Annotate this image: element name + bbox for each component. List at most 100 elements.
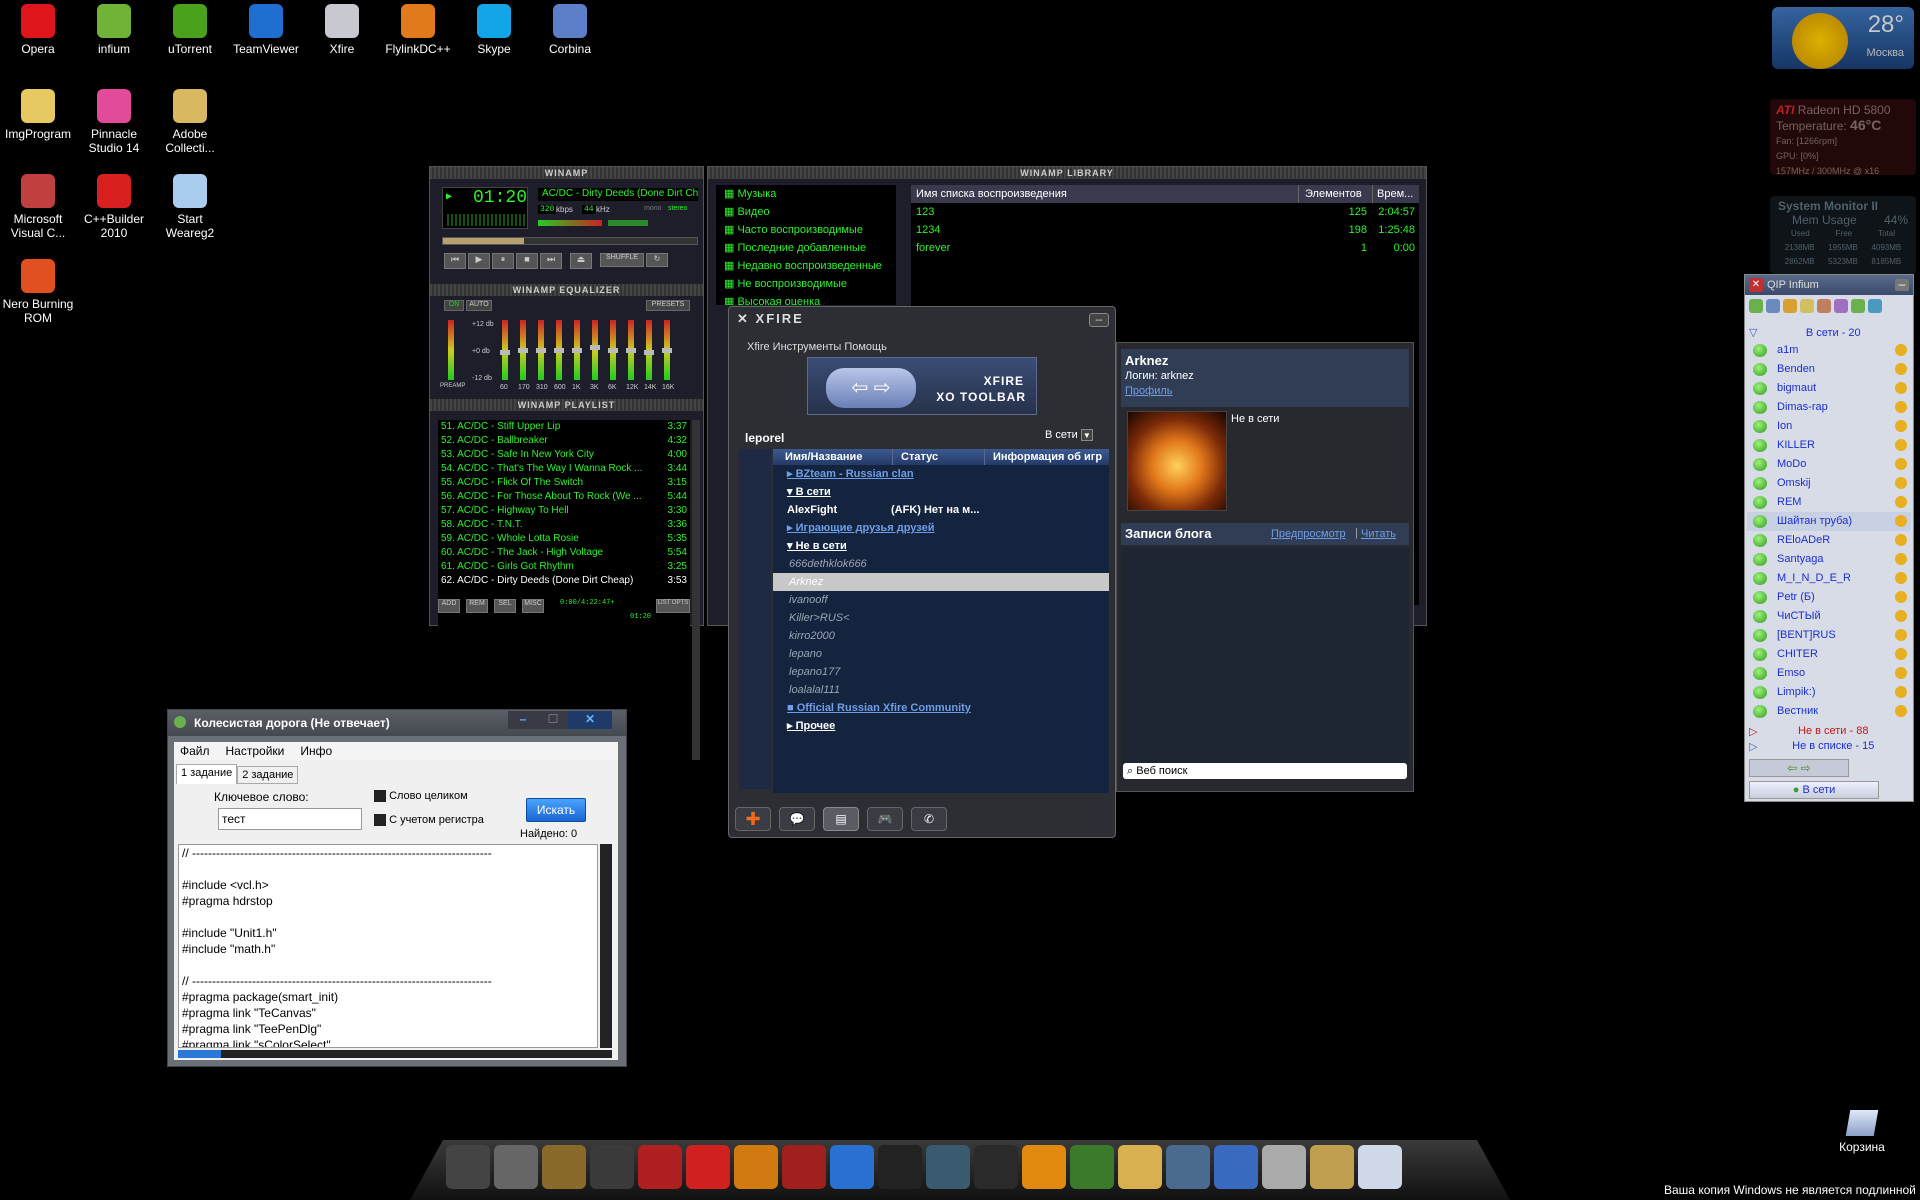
rockstar-icon[interactable] xyxy=(878,1145,922,1189)
playlist-item[interactable]: 60. AC/DC - The Jack - High Voltage 5:54 xyxy=(438,546,690,560)
next-button[interactable]: ⏭ xyxy=(540,253,562,269)
qip-tool-icon[interactable] xyxy=(1868,299,1882,313)
l4d2-icon[interactable] xyxy=(686,1145,730,1189)
eq-auto-button[interactable]: AUTO xyxy=(466,300,492,311)
playlist-scrollbar[interactable] xyxy=(692,420,700,760)
qip-tool-icon[interactable] xyxy=(1817,299,1831,313)
playlist-item[interactable]: 52. AC/DC - Ballbreaker 4:32 xyxy=(438,434,690,448)
eq-presets-button[interactable]: PRESETS xyxy=(646,300,690,311)
play-button[interactable]: ▶ xyxy=(468,253,490,269)
keyword-input[interactable]: тест xyxy=(218,808,362,830)
web-search-input[interactable]: ⌕ Веб поиск xyxy=(1123,763,1407,779)
playlist-item[interactable]: 58. AC/DC - T.N.T. 3:36 xyxy=(438,518,690,532)
library-tree-item[interactable]: ▦ Видео xyxy=(716,203,896,221)
app-titlebar[interactable]: Колесистая дорога (Не отвечает) – ☐ ✕ xyxy=(168,710,626,736)
xfire-friend[interactable]: loalalal111 xyxy=(773,681,1109,699)
xfire-group[interactable]: ▸ BZteam - Russian clan xyxy=(773,465,1109,483)
recycle-icon[interactable] xyxy=(1358,1145,1402,1189)
desktop-icon-infium[interactable]: infium xyxy=(76,0,152,56)
pause-button[interactable]: ⏸ xyxy=(492,253,514,269)
xfire-friend[interactable]: 666dethklok666 xyxy=(773,555,1109,573)
playlist-item[interactable]: 51. AC/DC - Stiff Upper Lip 3:37 xyxy=(438,420,690,434)
playlist-item[interactable]: 53. AC/DC - Safe In New York City 4:00 xyxy=(438,448,690,462)
eq-band-slider[interactable] xyxy=(572,320,582,380)
flower-icon[interactable] xyxy=(1070,1145,1114,1189)
xfire-minimize-button[interactable]: – xyxy=(1089,313,1109,327)
desktop-icon-flylink[interactable]: FlylinkDC++ xyxy=(380,0,456,56)
qip-contact[interactable]: [BENT]RUS xyxy=(1747,626,1911,645)
tab-task-1[interactable]: 1 задание xyxy=(176,764,238,784)
qip-tool-icon[interactable] xyxy=(1851,299,1865,313)
xfire-col-name[interactable]: Имя/Название xyxy=(773,449,893,465)
volume-slider[interactable] xyxy=(538,220,602,226)
match-case-checkbox[interactable]: С учетом регистра xyxy=(374,814,484,827)
qip-contact[interactable]: Dimas-rap xyxy=(1747,398,1911,417)
xfire-col-game[interactable]: Информация об игр xyxy=(985,449,1109,465)
desktop-icon-folder[interactable]: Adobe Collecti... xyxy=(152,85,228,155)
metro-icon[interactable] xyxy=(782,1145,826,1189)
xfire-status-select[interactable]: В сети ▼ xyxy=(1045,429,1093,441)
half-life-icon[interactable] xyxy=(734,1145,778,1189)
eq-band-slider[interactable] xyxy=(590,320,600,380)
eq-band-slider[interactable] xyxy=(536,320,546,380)
xfire-friend-online[interactable]: AlexFight (AFK) Нет на м... xyxy=(773,501,1109,519)
qip-contact[interactable]: Ion xyxy=(1747,417,1911,436)
qip-titlebar[interactable]: ✕ QIP Infium – xyxy=(1745,275,1913,295)
winamp-titlebar[interactable]: WINAMP xyxy=(430,167,703,179)
desktop-icon-opera[interactable]: Opera xyxy=(0,0,76,56)
qip-nav-button[interactable]: ⇦ ⇨ xyxy=(1749,759,1849,777)
library-tree-item[interactable]: ▦ Музыка xyxy=(716,185,896,203)
close-icon[interactable]: ✕ xyxy=(1749,278,1763,292)
eq-titlebar[interactable]: WINAMP EQUALIZER xyxy=(430,284,703,296)
library-titlebar[interactable]: WINAMP LIBRARY xyxy=(708,167,1426,179)
l4d-2-icon[interactable] xyxy=(830,1145,874,1189)
desktop-icon-start[interactable]: Start Weareg2 xyxy=(152,170,228,240)
xfire-col-status[interactable]: Статус xyxy=(893,449,985,465)
qip-tool-icon[interactable] xyxy=(1783,299,1797,313)
qip-contact[interactable]: Omskij xyxy=(1747,474,1911,493)
add-friend-button[interactable]: ✚ xyxy=(735,807,771,831)
qip-contact[interactable]: Petr (Б) xyxy=(1747,588,1911,607)
qip-contact[interactable]: MoDo xyxy=(1747,455,1911,474)
stop-button[interactable]: ■ xyxy=(516,253,538,269)
qip-contact[interactable]: Emso xyxy=(1747,664,1911,683)
tab-task-2[interactable]: 2 задание xyxy=(237,766,299,784)
eq-preamp-slider[interactable] xyxy=(448,320,454,380)
sprint-icon[interactable] xyxy=(1022,1145,1066,1189)
eq-band-slider[interactable] xyxy=(518,320,528,380)
xfire-friend[interactable]: Killer>RUS< xyxy=(773,609,1109,627)
close-button[interactable]: ✕ xyxy=(568,711,612,729)
qip-offline-group[interactable]: ▷ Не в сети - 88 xyxy=(1749,725,1909,738)
xfire-friend[interactable]: kirro2000 xyxy=(773,627,1109,645)
profile-link[interactable]: Профиль xyxy=(1125,385,1173,397)
menu-settings[interactable]: Настройки xyxy=(226,742,285,760)
library-tree-item[interactable]: ▦ Высокая оценка xyxy=(716,293,896,305)
repeat-button[interactable]: ↻ xyxy=(646,253,668,267)
qip-contact[interactable]: KILLER xyxy=(1747,436,1911,455)
phone-icon[interactable]: ✆ xyxy=(911,807,947,831)
desktop-icon-nero[interactable]: Nero Burning ROM xyxy=(0,255,76,325)
balance-slider[interactable] xyxy=(608,220,648,226)
eq-band-slider[interactable] xyxy=(500,320,510,380)
seek-bar[interactable] xyxy=(442,237,698,245)
folder-icon[interactable] xyxy=(1118,1145,1162,1189)
eq-band-slider[interactable] xyxy=(554,320,564,380)
game5-icon[interactable] xyxy=(1214,1145,1258,1189)
qip-tool-icon[interactable] xyxy=(1766,299,1780,313)
qip-contact[interactable]: M_I_N_D_E_R xyxy=(1747,569,1911,588)
qip-contact[interactable]: Шайтан труба) xyxy=(1747,512,1911,531)
recycle-bin[interactable]: Корзина xyxy=(1830,1110,1894,1154)
xfire-friend[interactable]: lepano177 xyxy=(773,663,1109,681)
game4-icon[interactable] xyxy=(1166,1145,1210,1189)
game-icon[interactable] xyxy=(494,1145,538,1189)
tools-icon[interactable] xyxy=(1262,1145,1306,1189)
library-row[interactable]: forever 1 0:00 xyxy=(911,239,1419,257)
xfire-menu[interactable]: Xfire Инструменты Помощь xyxy=(747,341,887,353)
eq-band-slider[interactable] xyxy=(608,320,618,380)
chat-icon[interactable]: 💬 xyxy=(779,807,815,831)
xfire-friend-selected[interactable]: Arknez xyxy=(773,573,1109,591)
qip-contact[interactable]: REloADeR xyxy=(1747,531,1911,550)
tools2-icon[interactable] xyxy=(1310,1145,1354,1189)
qip-contact[interactable]: a1m xyxy=(1747,341,1911,360)
xfire-group-header[interactable]: ▸ Прочее xyxy=(773,717,1109,735)
